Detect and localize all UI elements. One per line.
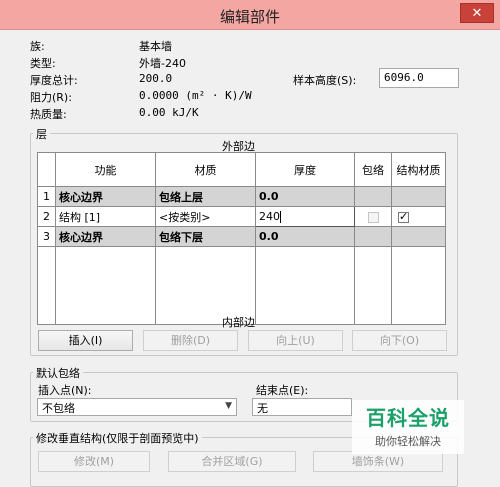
structural-material-cell[interactable] xyxy=(391,206,446,227)
merge-regions-button[interactable]: 合并区域(G) xyxy=(168,451,296,472)
function-cell[interactable]: 核心边界 xyxy=(55,226,156,247)
default-wrapping-title: 默认包络 xyxy=(33,365,83,381)
chevron-down-icon: ▼ xyxy=(225,401,232,411)
thickness-cell[interactable]: 0.0 xyxy=(255,186,355,207)
wraps-cell xyxy=(354,206,392,227)
row-index: 3 xyxy=(37,226,56,247)
material-cell[interactable]: <按类别> xyxy=(155,206,256,227)
close-button[interactable]: ✕ xyxy=(460,3,494,23)
wraps-column-header[interactable]: 包络 xyxy=(354,152,392,187)
table-row[interactable]: 1 核心边界 包络上层 0.0 xyxy=(37,186,446,207)
thermal-mass-value: 0.00 kJ/K xyxy=(139,106,199,119)
material-cell[interactable]: 包络下层 xyxy=(155,226,256,247)
thickness-total-label: 厚度总计: xyxy=(30,74,78,87)
row-index: 1 xyxy=(37,186,56,207)
delete-button[interactable]: 删除(D) xyxy=(143,330,238,351)
move-up-button[interactable]: 向上(U) xyxy=(248,330,343,351)
text-caret xyxy=(280,211,281,223)
watermark-sub-text: 助你轻松解决 xyxy=(375,435,441,448)
end-point-select[interactable]: 无 xyxy=(252,398,352,416)
function-column-header[interactable]: 功能 xyxy=(55,152,156,187)
thickness-cell[interactable]: 0.0 xyxy=(255,226,355,247)
family-value: 基本墙 xyxy=(139,40,172,53)
structural-material-column-header[interactable]: 结构材质 xyxy=(391,152,446,187)
row-index: 2 xyxy=(37,206,56,227)
structural-material-cell xyxy=(391,186,446,207)
type-label: 类型: xyxy=(30,57,56,70)
material-cell[interactable]: 包络上层 xyxy=(155,186,256,207)
thickness-edit-value[interactable]: 240 xyxy=(259,210,280,223)
interior-side-label: 内部边 xyxy=(222,316,255,329)
wraps-cell xyxy=(354,226,392,247)
resistance-label: 阻力(R): xyxy=(30,91,72,104)
index-header xyxy=(37,152,56,187)
sample-height-label: 样本高度(S): xyxy=(293,74,357,87)
wall-sweep-button[interactable]: 墙饰条(W) xyxy=(313,451,443,472)
sample-height-input[interactable]: 6096.0 xyxy=(379,68,459,88)
family-label: 族: xyxy=(30,40,45,53)
modify-button[interactable]: 修改(M) xyxy=(38,451,150,472)
thickness-column-header[interactable]: 厚度 xyxy=(255,152,355,187)
table-row[interactable]: 3 核心边界 包络下层 0.0 xyxy=(37,226,446,247)
end-point-value: 无 xyxy=(257,402,268,415)
layers-table: 功能 材质 厚度 包络 结构材质 1 核心边界 包络上层 0.0 2 结构 [1… xyxy=(37,152,446,325)
type-value: 外墙-240 xyxy=(139,57,186,70)
resistance-value: 0.0000 (m² · K)/W xyxy=(139,89,252,102)
end-point-label: 结束点(E): xyxy=(256,384,309,397)
function-cell[interactable]: 核心边界 xyxy=(55,186,156,207)
insert-point-label: 插入点(N): xyxy=(38,384,92,397)
window-title: 编辑部件 xyxy=(219,8,280,26)
insert-point-select[interactable]: 不包络 ▼ xyxy=(37,398,237,416)
insert-point-value: 不包络 xyxy=(42,402,75,415)
thickness-total-value: 200.0 xyxy=(139,72,173,85)
watermark-logo: 百科全说 助你轻松解决 xyxy=(352,400,464,454)
structural-material-cell xyxy=(391,226,446,247)
function-cell[interactable]: 结构 [1] xyxy=(55,206,156,227)
structural-material-checkbox[interactable] xyxy=(398,210,409,223)
wraps-cell xyxy=(354,186,392,207)
empty-row-area xyxy=(37,246,446,325)
insert-button[interactable]: 插入(I) xyxy=(38,330,133,351)
wraps-checkbox xyxy=(367,211,379,223)
thickness-cell[interactable]: 240 xyxy=(255,206,355,227)
move-down-button[interactable]: 向下(O) xyxy=(352,330,447,351)
thermal-mass-label: 热质量: xyxy=(30,108,67,121)
table-header-row: 功能 材质 厚度 包络 结构材质 xyxy=(37,152,446,187)
vertical-structure-title: 修改垂直结构(仅限于剖面预览中) xyxy=(33,430,202,446)
material-column-header[interactable]: 材质 xyxy=(155,152,256,187)
table-row[interactable]: 2 结构 [1] <按类别> 240 xyxy=(37,206,446,227)
layers-group-title: 层 xyxy=(33,126,50,142)
watermark-main-text: 百科全说 xyxy=(366,406,450,430)
title-bar: 编辑部件 ✕ xyxy=(0,0,500,30)
